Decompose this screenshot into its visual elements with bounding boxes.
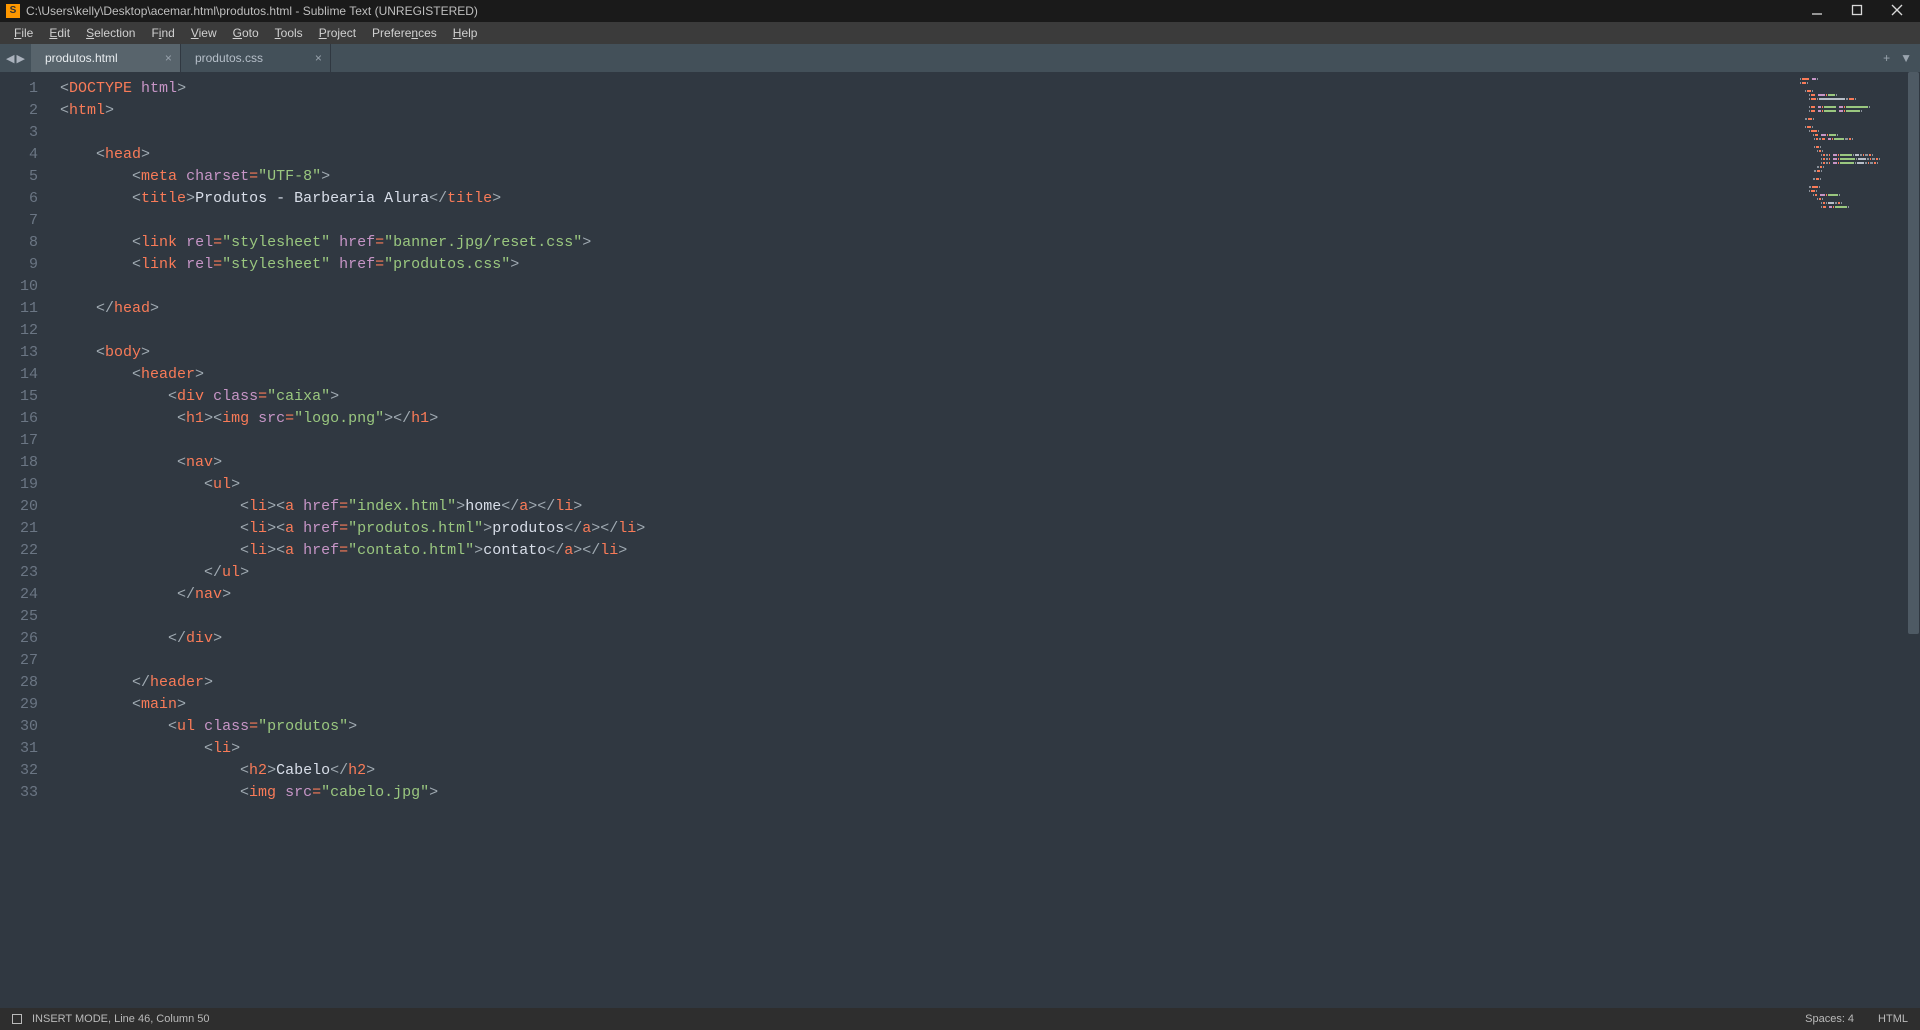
app-icon: S bbox=[6, 4, 20, 18]
menu-project[interactable]: Project bbox=[311, 24, 364, 42]
code-line[interactable]: <header> bbox=[48, 364, 1920, 386]
code-line[interactable] bbox=[48, 650, 1920, 672]
menu-goto[interactable]: Goto bbox=[225, 24, 267, 42]
close-icon[interactable]: × bbox=[315, 51, 322, 65]
code-line[interactable]: <li><a href="produtos.html">produtos</a>… bbox=[48, 518, 1920, 540]
code-line[interactable]: <li> bbox=[48, 738, 1920, 760]
code-line[interactable] bbox=[48, 606, 1920, 628]
status-bar: INSERT MODE, Line 46, Column 50 Spaces: … bbox=[0, 1008, 1920, 1030]
code-line[interactable]: </header> bbox=[48, 672, 1920, 694]
nav-forward-icon[interactable]: ▶ bbox=[16, 52, 24, 65]
code-line[interactable] bbox=[48, 320, 1920, 342]
code-line[interactable]: <html> bbox=[48, 100, 1920, 122]
menu-edit[interactable]: Edit bbox=[41, 24, 78, 42]
line-number-gutter: 1234567891011121314151617181920212223242… bbox=[0, 72, 48, 1008]
code-line[interactable] bbox=[48, 430, 1920, 452]
code-line[interactable]: <body> bbox=[48, 342, 1920, 364]
window-title: C:\Users\kelly\Desktop\acemar.html\produ… bbox=[26, 4, 478, 18]
menu-preferences[interactable]: Preferences bbox=[364, 24, 445, 42]
menu-bar: FileEditSelectionFindViewGotoToolsProjec… bbox=[0, 22, 1920, 44]
code-line[interactable]: <main> bbox=[48, 694, 1920, 716]
maximize-button[interactable] bbox=[1848, 4, 1866, 19]
code-line[interactable] bbox=[48, 210, 1920, 232]
code-line[interactable]: <meta charset="UTF-8"> bbox=[48, 166, 1920, 188]
code-line[interactable]: <h2>Cabelo</h2> bbox=[48, 760, 1920, 782]
minimap[interactable] bbox=[1796, 72, 1906, 1008]
code-line[interactable] bbox=[48, 276, 1920, 298]
code-line[interactable]: <nav> bbox=[48, 452, 1920, 474]
close-button[interactable] bbox=[1888, 4, 1906, 19]
code-line[interactable]: <li><a href="contato.html">contato</a></… bbox=[48, 540, 1920, 562]
status-syntax[interactable]: HTML bbox=[1878, 1013, 1908, 1025]
code-line[interactable]: <li><a href="index.html">home</a></li> bbox=[48, 496, 1920, 518]
code-line[interactable]: <link rel="stylesheet" href="produtos.cs… bbox=[48, 254, 1920, 276]
vertical-scrollbar[interactable] bbox=[1907, 72, 1920, 1008]
code-line[interactable]: </ul> bbox=[48, 562, 1920, 584]
status-cursor-info: INSERT MODE, Line 46, Column 50 bbox=[32, 1013, 210, 1025]
code-line[interactable]: <ul> bbox=[48, 474, 1920, 496]
minimize-button[interactable] bbox=[1808, 4, 1826, 19]
code-line[interactable]: <img src="cabelo.jpg"> bbox=[48, 782, 1920, 804]
menu-selection[interactable]: Selection bbox=[78, 24, 143, 42]
code-line[interactable]: <link rel="stylesheet" href="banner.jpg/… bbox=[48, 232, 1920, 254]
scrollbar-thumb[interactable] bbox=[1908, 72, 1919, 634]
tab-menu-icon[interactable]: ▼ bbox=[1900, 51, 1912, 65]
menu-file[interactable]: File bbox=[6, 24, 41, 42]
code-line[interactable]: <DOCTYPE html> bbox=[48, 78, 1920, 100]
code-line[interactable]: <head> bbox=[48, 144, 1920, 166]
code-line[interactable]: </nav> bbox=[48, 584, 1920, 606]
code-line[interactable]: <ul class="produtos"> bbox=[48, 716, 1920, 738]
tab-bar: ◀ ▶ produtos.html × produtos.css × + ▼ bbox=[0, 44, 1920, 72]
code-line[interactable]: <h1><img src="logo.png"></h1> bbox=[48, 408, 1920, 430]
nav-back-icon[interactable]: ◀ bbox=[6, 52, 14, 65]
tab-label: produtos.html bbox=[45, 51, 118, 65]
new-tab-button[interactable]: + bbox=[1883, 51, 1890, 65]
tab-label: produtos.css bbox=[195, 51, 263, 65]
code-content[interactable]: <DOCTYPE html><html> <head> <meta charse… bbox=[48, 72, 1920, 1008]
menu-tools[interactable]: Tools bbox=[267, 24, 311, 42]
menu-find[interactable]: Find bbox=[143, 24, 182, 42]
title-bar: S C:\Users\kelly\Desktop\acemar.html\pro… bbox=[0, 0, 1920, 22]
status-rect-icon[interactable] bbox=[12, 1014, 22, 1024]
tab-produtos-css[interactable]: produtos.css × bbox=[181, 44, 331, 72]
code-line[interactable]: </head> bbox=[48, 298, 1920, 320]
tab-produtos-html[interactable]: produtos.html × bbox=[31, 44, 181, 72]
code-line[interactable]: <div class="caixa"> bbox=[48, 386, 1920, 408]
code-line[interactable] bbox=[48, 122, 1920, 144]
status-indent[interactable]: Spaces: 4 bbox=[1805, 1013, 1854, 1025]
code-line[interactable]: </div> bbox=[48, 628, 1920, 650]
menu-help[interactable]: Help bbox=[445, 24, 486, 42]
code-line[interactable]: <title>Produtos - Barbearia Alura</title… bbox=[48, 188, 1920, 210]
menu-view[interactable]: View bbox=[183, 24, 225, 42]
editor-area[interactable]: 1234567891011121314151617181920212223242… bbox=[0, 72, 1920, 1008]
close-icon[interactable]: × bbox=[165, 51, 172, 65]
